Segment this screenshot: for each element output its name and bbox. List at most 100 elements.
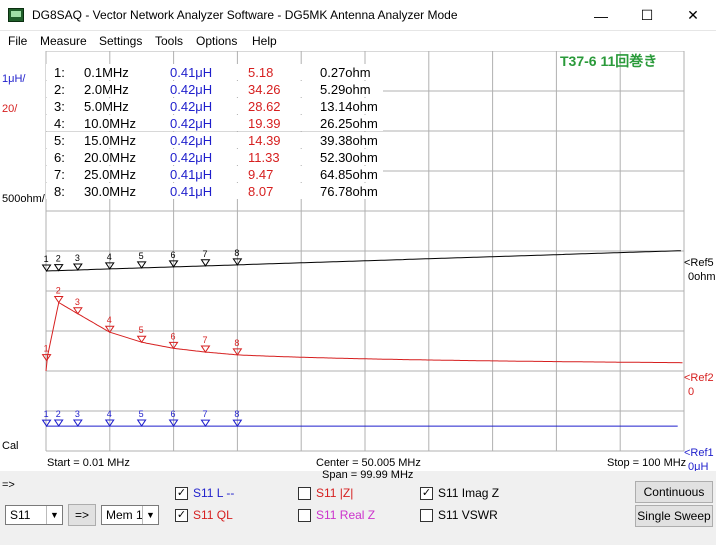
trace-vswr-label: S11 VSWR: [438, 508, 498, 522]
table-cell-freq: 25.0MHz: [84, 167, 136, 182]
l-marker: [41, 419, 52, 427]
maximize-button[interactable]: ☐: [624, 0, 670, 31]
table-cell-z: 0.27ohm: [320, 65, 371, 80]
plot-area[interactable]: 1μH/ 20/ 500ohm/ Cal T37-6 11回巻き 1: 0.1MH…: [0, 51, 716, 471]
single-sweep-button[interactable]: Single Sweep: [635, 505, 713, 527]
close-button[interactable]: ✕: [670, 0, 716, 31]
l-marker: [72, 419, 83, 427]
table-cell-q: 9.47: [248, 167, 273, 182]
menu-measure[interactable]: Measure: [40, 34, 87, 48]
imag-z-marker-label: 7: [202, 249, 207, 259]
table-cell-l: 0.42μH: [170, 133, 212, 148]
l-marker: [136, 419, 147, 427]
traces: 1 2 3 4 5 6 7 8123456 7 81 2 3 4 5 6 7 8: [41, 248, 683, 427]
table-cell-l: 0.41μH: [170, 184, 212, 199]
trace-realz-label: S11 Real Z: [316, 508, 376, 522]
go-button[interactable]: =>: [68, 504, 96, 526]
continuous-button[interactable]: Continuous: [635, 481, 713, 503]
l-marker: [53, 419, 64, 427]
menu-bar: File Measure Settings Tools Options Help: [0, 31, 716, 51]
table-cell-z: 39.38ohm: [320, 133, 378, 148]
table-cell-z: 76.78ohm: [320, 184, 378, 199]
trace-ql-checkbox[interactable]: ✓: [175, 509, 188, 522]
arrow-indicator: =>: [2, 479, 15, 491]
span-label: Span = 99.99 MHz: [322, 469, 414, 481]
l-marker-label: 3: [75, 409, 80, 419]
table-cell-z: 5.29ohm: [320, 82, 371, 97]
cal-label: Cal: [2, 440, 19, 452]
mem-select[interactable]: Mem 1 ▼: [101, 505, 159, 525]
port-select-value: S11: [10, 508, 31, 522]
table-cell-z: 52.30ohm: [320, 150, 378, 165]
trace-vswr-checkbox[interactable]: [420, 509, 433, 522]
menu-settings[interactable]: Settings: [99, 34, 142, 48]
trace-realz-checkbox[interactable]: [298, 509, 311, 522]
app-icon: [8, 8, 24, 22]
minimize-button[interactable]: —: [578, 0, 624, 31]
plot-annotation: T37-6 11回巻き: [560, 53, 657, 69]
table-cell-z: 26.25ohm: [320, 116, 378, 131]
ql-marker-label: 6: [171, 331, 176, 341]
trace-absz-checkbox[interactable]: [298, 487, 311, 500]
table-cell-idx: 7:: [54, 167, 65, 182]
port-select[interactable]: S11 ▼: [5, 505, 63, 525]
ref2-label: <Ref2: [684, 372, 714, 384]
ql-marker: [200, 345, 211, 353]
l-marker-label: 6: [171, 409, 176, 419]
table-cell-q: 14.39: [248, 133, 281, 148]
menu-file[interactable]: File: [8, 34, 27, 48]
table-cell-l: 0.42μH: [170, 116, 212, 131]
imag-z-marker-label: 1: [44, 254, 49, 264]
ql-marker: [53, 295, 64, 304]
table-cell-freq: 0.1MHz: [84, 65, 129, 80]
menu-tools[interactable]: Tools: [155, 34, 183, 48]
table-cell-freq: 5.0MHz: [84, 99, 129, 114]
table-cell-idx: 1:: [54, 65, 65, 80]
table-cell-q: 28.62: [248, 99, 281, 114]
table-cell-q: 8.07: [248, 184, 273, 199]
ref2-value: 0: [688, 386, 694, 398]
l-marker-label: 2: [56, 409, 61, 419]
ql-marker-label: 7: [202, 335, 207, 345]
imag-z-marker-label: 5: [139, 251, 144, 261]
trace-imagz-label: S11 Imag Z: [438, 486, 500, 500]
menu-options[interactable]: Options: [196, 34, 237, 48]
l-scale-label: 1μH/: [2, 73, 26, 85]
imag-z-marker: [200, 259, 211, 267]
ql-marker-label: 4: [107, 315, 112, 325]
table-cell-freq: 10.0MHz: [84, 116, 136, 131]
table-cell-idx: 6:: [54, 150, 65, 165]
imag-z-marker-label: 4: [107, 252, 112, 262]
chevron-down-icon: ▼: [46, 506, 62, 524]
table-cell-z: 64.85ohm: [320, 167, 378, 182]
imag-z-marker-label: 3: [75, 253, 80, 263]
table-cell-l: 0.42μH: [170, 150, 212, 165]
table-cell-freq: 20.0MHz: [84, 150, 136, 165]
trace-l-checkbox[interactable]: ✓: [175, 487, 188, 500]
plot-canvas: 1μH/ 20/ 500ohm/ Cal T37-6 11回巻き 1: 0.1MH…: [2, 51, 716, 471]
ql-trace: [45, 301, 683, 372]
ql-marker-label: 1: [44, 344, 49, 354]
ql-marker-label: 3: [75, 297, 80, 307]
ref5-label: <Ref5: [684, 257, 714, 269]
table-cell-q: 19.39: [248, 116, 281, 131]
l-marker-label: 5: [139, 409, 144, 419]
menu-help[interactable]: Help: [252, 34, 277, 48]
center-freq-label: Center = 50.005 MHz: [316, 457, 421, 469]
window-title: DG8SAQ - Vector Network Analyzer Softwar…: [32, 8, 458, 22]
trace-l-label: S11 L --: [193, 486, 235, 500]
trace-absz-label: S11 |Z|: [316, 486, 354, 500]
ql-marker-label: 8: [234, 338, 239, 348]
mem-select-value: Mem 1: [106, 508, 143, 522]
ql-marker: [41, 354, 52, 362]
imag-z-marker-label: 2: [56, 254, 61, 264]
ref1-label: <Ref1: [684, 447, 714, 459]
ref1-value: 0μH: [688, 461, 708, 471]
table-cell-l: 0.41μH: [170, 167, 212, 182]
imag-z-marker: [41, 264, 52, 272]
table-cell-l: 0.42μH: [170, 99, 212, 114]
trace-imagz-checkbox[interactable]: ✓: [420, 487, 433, 500]
imag-z-marker: [136, 261, 147, 269]
imag-z-marker-label: 8: [234, 248, 239, 258]
table-cell-l: 0.41μH: [170, 65, 212, 80]
